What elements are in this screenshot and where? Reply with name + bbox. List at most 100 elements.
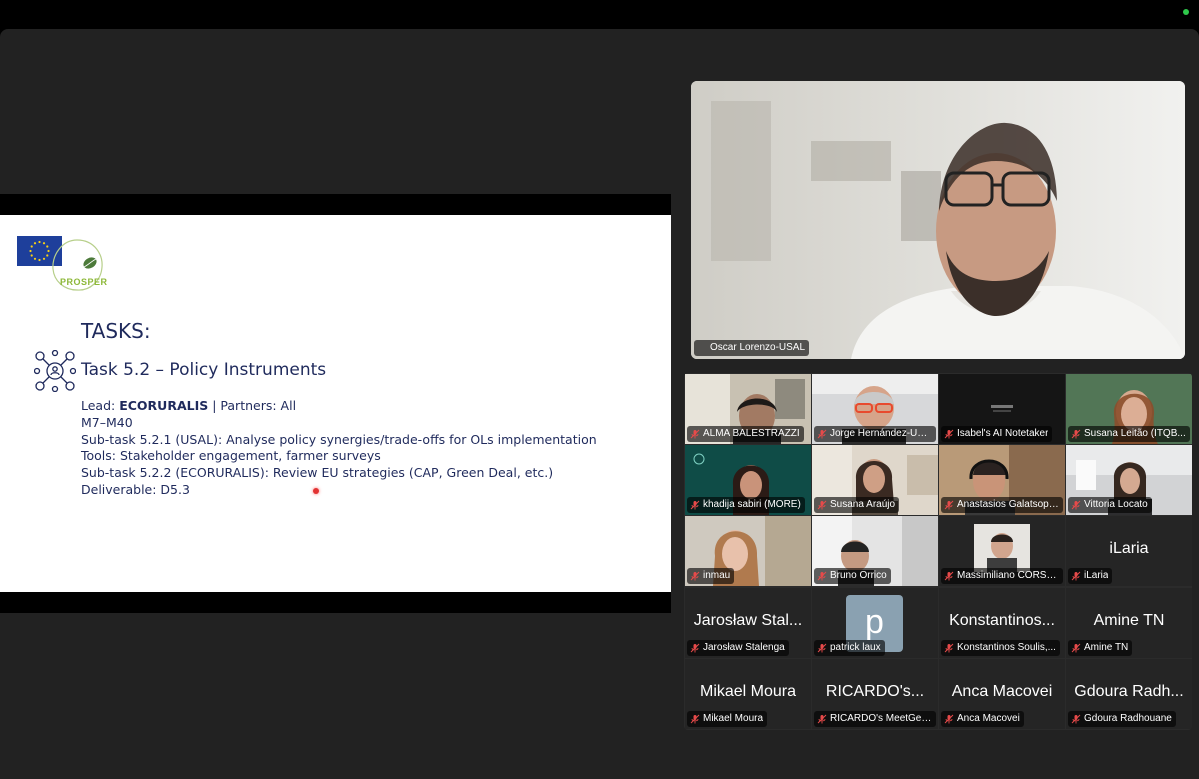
speaker-name: Oscar Lorenzo-USAL [710,342,806,353]
participant-name: RICARDO's MeetGee... [830,712,932,724]
muted-mic-icon [817,429,827,439]
lead-line: Lead: ECORURALIS | Partners: All [81,398,597,415]
participant-tile[interactable]: khadija sabiri (MORE) [685,445,811,516]
tools-line: Tools: Stakeholder engagement, farmer su… [81,448,381,464]
participant-name-tag: Susana Araújo [814,497,900,514]
task-details: Lead: ECORURALIS | Partners: All M7–M40 … [81,398,597,499]
muted-mic-icon [690,714,700,724]
participant-tile[interactable]: Anastasios Galatsopo... [939,445,1065,516]
muted-mic-icon [1071,500,1081,510]
muted-mic-icon [944,571,954,581]
participant-tile[interactable]: Anca Macovei Anca Macovei [939,658,1065,729]
participant-name: Jarosław Stalenga [703,641,785,653]
participant-name: Mikael Moura [703,712,764,724]
lead-prefix: Lead: [81,398,120,413]
active-speaker-video[interactable]: Oscar Lorenzo-USAL [691,81,1185,359]
pin-icon[interactable] [697,343,707,353]
participant-name-tag: Bruno Orrico [814,568,891,585]
participant-display-name: RICARDO's... [825,682,925,700]
participant-name: Bruno Orrico [830,570,887,582]
participant-name: Konstantinos Soulis,... [957,641,1056,653]
participant-name-tag: inmau [687,568,735,585]
muted-mic-icon [1071,714,1081,724]
participant-tile[interactable]: Isabel's AI Notetaker [939,374,1065,444]
muted-mic-icon [1071,571,1081,581]
participant-name: patrick laux [830,641,881,653]
muted-mic-icon [690,429,700,439]
participant-gallery: ALMA BALESTRAZZI Jorge Hernández-US... Isa… [684,373,1192,730]
participant-tile[interactable]: ALMA BALESTRAZZI [685,374,811,444]
presentation-slide: PROSPER TASKS: Task 5.2 – Policy Instrum… [0,215,671,592]
participant-name-tag: Massimiliano CORSO,... [941,568,1063,585]
participant-display-name: Amine TN [1093,611,1165,629]
deliverable-line: Deliverable: D5.3 [81,481,190,497]
muted-mic-icon [817,500,827,510]
participant-tile[interactable]: Susana Leitão (ITQB... [1066,374,1192,444]
timeline-line: M7–M40 [81,414,133,430]
participant-name: Susana Leitão (ITQB... [1084,428,1186,439]
participant-name-tag: Jarosław Stalenga [687,639,789,656]
participant-tile[interactable]: Jarosław Stal... Jarosław Stalenga [685,587,811,658]
participant-tile[interactable]: Gdoura Radh... Gdoura Radhouane [1066,658,1192,729]
participant-display-name: Mikael Moura [699,682,797,700]
participant-display-name: Gdoura Radh... [1074,682,1184,700]
muted-mic-icon [817,714,827,724]
participant-tile[interactable]: Amine TN Amine TN [1066,587,1192,658]
muted-mic-icon [690,643,700,653]
participant-tile[interactable]: Susana Araújo [812,445,938,516]
prosper-logo-text: PROSPER [60,277,108,287]
participant-tile[interactable]: Vittoria Locato [1066,445,1192,516]
participant-name-tag: khadija sabiri (MORE) [687,497,805,514]
participant-name: Jorge Hernández-US... [830,428,932,439]
muted-mic-icon [1071,643,1081,653]
participant-name: ALMA BALESTRAZZI [703,428,800,439]
participant-name-tag: ALMA BALESTRAZZI [687,426,804,442]
participant-name: Vittoria Locato [1084,499,1148,511]
participant-name-tag: Susana Leitão (ITQB... [1068,426,1190,442]
participant-tile[interactable]: inmau [685,516,811,587]
participant-name: Anca Macovei [957,712,1020,724]
participant-name-tag: Isabel's AI Notetaker [941,426,1053,442]
participant-name-tag: Gdoura Radhouane [1068,710,1176,727]
muted-mic-icon [817,643,827,653]
participant-name-tag: Konstantinos Soulis,... [941,639,1060,656]
meeting-stage: PROSPER TASKS: Task 5.2 – Policy Instrum… [0,29,1199,779]
participant-name-tag: iLaria [1068,568,1113,585]
muted-mic-icon [944,429,954,439]
speaker-video-frame [691,81,1185,359]
participant-tile[interactable]: RICARDO's... RICARDO's MeetGee... [812,658,938,729]
muted-mic-icon [944,643,954,653]
participant-tile[interactable]: Jorge Hernández-US... [812,374,938,444]
participant-name-tag: Amine TN [1068,639,1133,656]
camera-status-indicator [1183,9,1189,15]
top-bar [0,0,1199,29]
laser-pointer [313,488,319,494]
muted-mic-icon [944,500,954,510]
participant-tile[interactable]: Mikael Moura Mikael Moura [685,658,811,729]
participant-name-tag: RICARDO's MeetGee... [814,710,936,727]
participant-tile[interactable]: Konstantinos... Konstantinos Soulis,... [939,587,1065,658]
muted-mic-icon [1071,429,1081,439]
speaker-name-tag: Oscar Lorenzo-USAL [694,340,810,356]
participant-name: Massimiliano CORSO,... [957,570,1059,582]
lead-organisation: ECORURALIS [119,398,209,413]
participant-name: Gdoura Radhouane [1084,712,1172,724]
muted-mic-icon [690,500,700,510]
participant-tile[interactable]: iLaria iLaria [1066,516,1192,587]
muted-mic-icon [944,714,954,724]
participant-name-tag: Anca Macovei [941,710,1024,727]
task-title: Task 5.2 – Policy Instruments [81,360,327,380]
participant-tile[interactable]: Massimiliano CORSO,... [939,516,1065,587]
participant-name-tag: Mikael Moura [687,710,768,727]
participant-name-tag: Jorge Hernández-US... [814,426,936,442]
muted-mic-icon [817,571,827,581]
participant-display-name: Anca Macovei [951,682,1053,700]
subtask-1-line: Sub-task 5.2.1 (USAL): Analyse policy sy… [81,431,597,447]
participant-tile[interactable]: Bruno Orrico [812,516,938,587]
participant-tile[interactable]: p patrick laux [812,587,938,658]
participant-name-tag: Vittoria Locato [1068,497,1152,514]
participant-name-tag: patrick laux [814,639,885,656]
lead-partners: | Partners: All [208,398,297,413]
subtask-2-line: Sub-task 5.2.2 (ECORURALIS): Review EU s… [81,465,554,481]
participant-name: inmau [703,570,731,582]
